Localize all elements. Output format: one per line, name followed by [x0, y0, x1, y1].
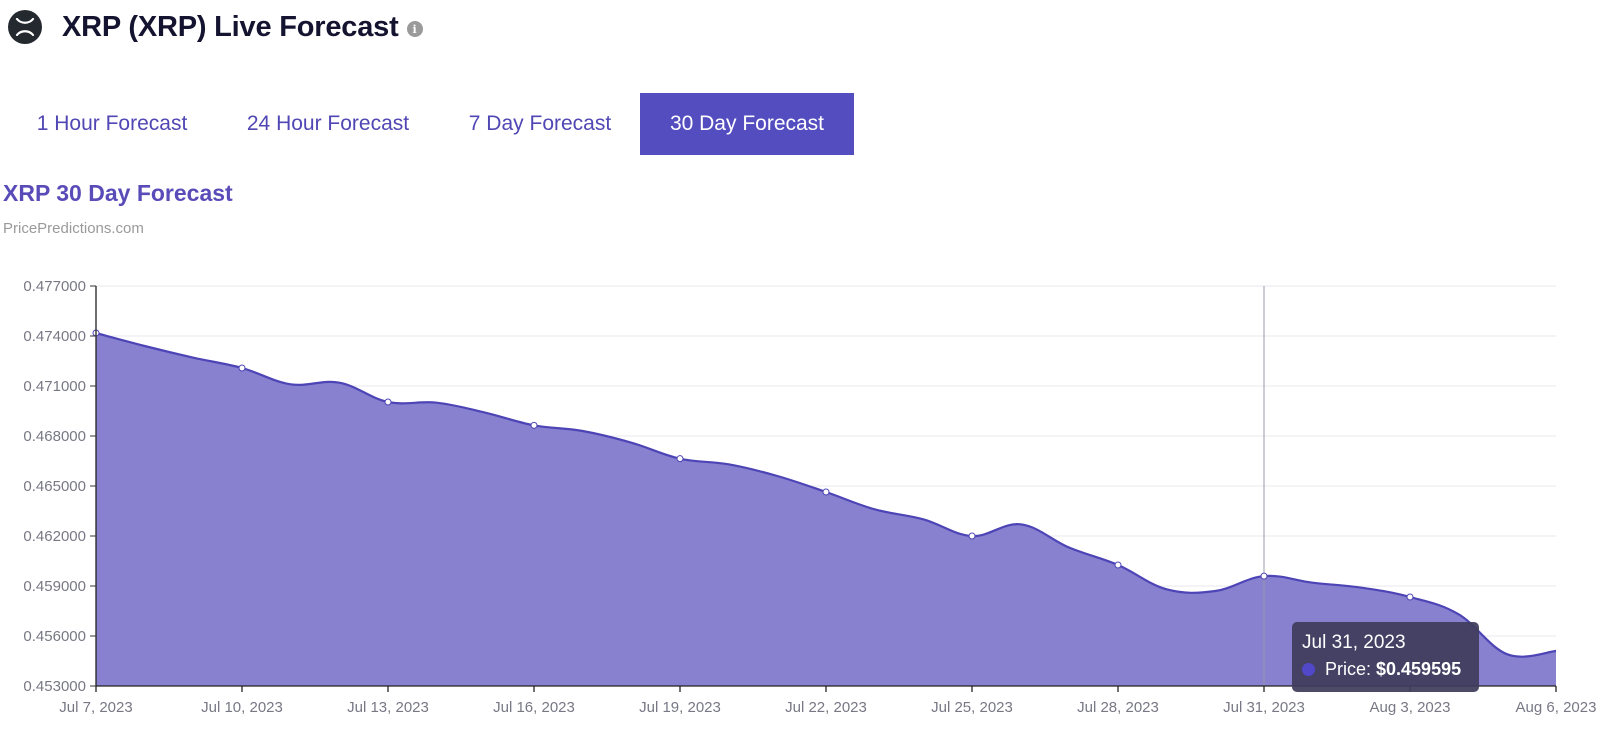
x-tick-label: Jul 28, 2023 — [1077, 699, 1159, 716]
x-tick-label: Aug 6, 2023 — [1516, 699, 1597, 716]
data-point-marker — [1114, 561, 1122, 569]
xrp-logo-icon — [8, 10, 42, 44]
x-tick-label: Jul 10, 2023 — [201, 699, 283, 716]
data-point-marker — [676, 455, 684, 463]
tooltip-date: Jul 31, 2023 — [1302, 632, 1406, 653]
y-tick-label: 0.474000 — [23, 328, 86, 345]
x-tick-label: Jul 25, 2023 — [931, 699, 1013, 716]
tooltip-label: Price: — [1325, 659, 1372, 679]
x-tick-label: Jul 16, 2023 — [493, 699, 575, 716]
y-tick-label: 0.453000 — [23, 678, 86, 695]
tooltip-price-value: $0.459595 — [1376, 659, 1462, 679]
data-point-marker — [822, 488, 830, 496]
y-tick-label: 0.459000 — [23, 578, 86, 595]
x-tick-label: Jul 19, 2023 — [639, 699, 721, 716]
tooltip-price-row: Price: $0.459595 — [1302, 659, 1479, 680]
y-tick-label: 0.456000 — [23, 628, 86, 645]
page-title: XRP (XRP) Live Forecast — [62, 10, 399, 43]
data-point-marker — [530, 421, 538, 429]
x-tick-label: Jul 13, 2023 — [347, 699, 429, 716]
info-icon[interactable]: i — [406, 21, 423, 37]
tab-24-hour-forecast[interactable]: 24 Hour Forecast — [216, 93, 440, 155]
y-tick-label: 0.477000 — [23, 278, 86, 295]
data-point-marker — [238, 364, 246, 372]
tab-7-day-forecast[interactable]: 7 Day Forecast — [440, 93, 640, 155]
chart-title: XRP 30 Day Forecast — [3, 180, 233, 206]
y-tick-label: 0.468000 — [23, 428, 86, 445]
chart-source: PricePredictions.com — [3, 220, 144, 237]
page-header: XRP (XRP) Live Forecast i — [8, 9, 423, 45]
x-tick-label: Aug 3, 2023 — [1370, 699, 1451, 716]
chart-tooltip: Jul 31, 2023 Price: $0.459595 — [1292, 622, 1479, 692]
x-tick-label: Jul 7, 2023 — [59, 699, 132, 716]
y-axis-ticks: 0.453000 0.456000 0.459000 0.462000 0.465000… — [23, 278, 96, 695]
tab-1-hour-forecast[interactable]: 1 Hour Forecast — [0, 93, 216, 155]
data-point-marker — [1406, 593, 1414, 601]
forecast-tabs: 1 Hour Forecast 24 Hour Forecast 7 Day F… — [0, 93, 854, 155]
series-color-dot-icon — [1302, 663, 1315, 676]
tab-30-day-forecast[interactable]: 30 Day Forecast — [640, 93, 854, 155]
y-tick-label: 0.471000 — [23, 378, 86, 395]
data-point-marker — [1260, 572, 1268, 580]
y-tick-label: 0.465000 — [23, 478, 86, 495]
data-point-marker — [384, 398, 392, 406]
data-point-marker — [968, 532, 976, 540]
x-tick-label: Jul 31, 2023 — [1223, 699, 1305, 716]
x-tick-label: Jul 22, 2023 — [785, 699, 867, 716]
y-tick-label: 0.462000 — [23, 528, 86, 545]
